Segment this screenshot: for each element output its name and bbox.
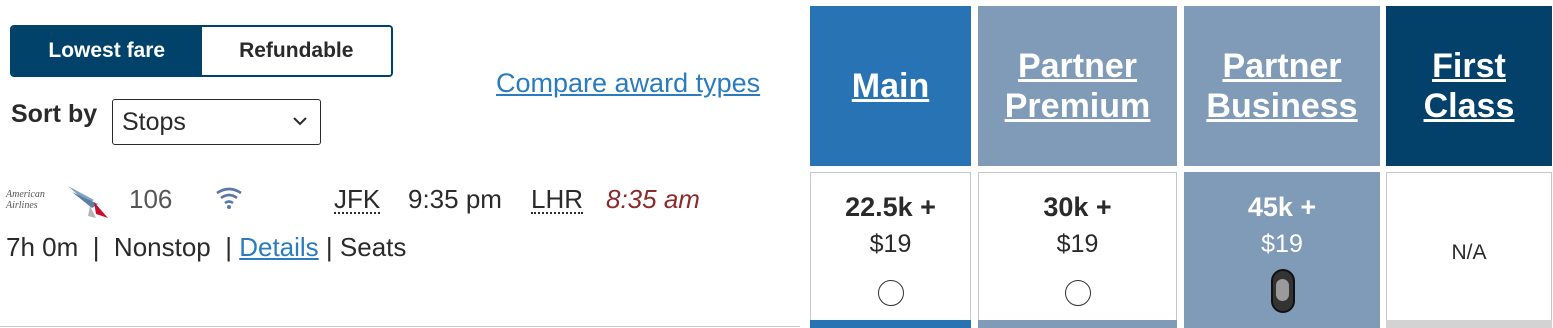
departure-time: 9:35 pm (408, 184, 502, 214)
fare-type-toggle: Lowest fare Refundable (10, 25, 393, 77)
fare-fee: $19 (869, 230, 912, 258)
header-line-2: Business (1206, 87, 1358, 125)
destination-airport[interactable]: LHR (531, 186, 584, 214)
separator: | (78, 232, 114, 262)
sort-select-value: Stops (122, 107, 186, 136)
fare-radio-selected[interactable] (1271, 269, 1295, 313)
american-airlines-eagle-icon (68, 186, 108, 218)
fare-header-main-link[interactable]: Main (852, 66, 929, 106)
fare-header-partner-premium-link[interactable]: Partner Premium (1005, 46, 1151, 126)
fare-fee: $19 (1056, 230, 1099, 258)
separator: | (318, 232, 340, 262)
flight-meta: 7h 0m | Nonstop | Details | Seats (6, 232, 406, 263)
header-line-2: Premium (1004, 87, 1151, 125)
arrival-time: 8:35 am (606, 184, 700, 214)
fare-header-main: Main (810, 6, 971, 166)
fare-header-first-class-link[interactable]: First Class (1424, 46, 1515, 126)
airline-logo: American Airlines (6, 182, 108, 220)
header-line-1: Partner (1222, 47, 1342, 85)
fare-cell-partner-business[interactable]: 45k + $19 (1184, 172, 1380, 328)
fare-cell-first-class: N/A (1386, 172, 1552, 328)
compare-award-types-link[interactable]: Compare award types (496, 68, 760, 99)
chevron-down-icon (293, 117, 307, 126)
fare-cell-partner-premium[interactable]: 30k + $19 (978, 172, 1177, 328)
details-link[interactable]: Details (239, 232, 318, 262)
fare-column-bar (1184, 320, 1380, 328)
refundable-tab[interactable]: Refundable (201, 27, 391, 75)
fare-points: 22.5k + (845, 192, 936, 222)
header-line-1: First (1432, 47, 1506, 85)
header-line-2: Class (1423, 87, 1515, 125)
fare-points: 30k + (1043, 192, 1112, 222)
header-line-1: Partner (1017, 47, 1138, 85)
airline-logo-text: American Airlines (6, 189, 45, 211)
fare-not-available: N/A (1451, 241, 1487, 264)
wifi-icon (216, 187, 242, 209)
flight-duration: 7h 0m (6, 232, 79, 262)
fare-header-partner-business-link[interactable]: Partner Business (1206, 46, 1357, 126)
fare-header-first-class: First Class (1386, 6, 1552, 166)
fare-radio[interactable] (877, 280, 904, 306)
fare-fee: $19 (1261, 230, 1303, 258)
fare-points: 45k + (1247, 192, 1317, 222)
fare-header-partner-business: Partner Business (1184, 6, 1380, 166)
fare-radio[interactable] (1064, 280, 1091, 306)
flight-stops: Nonstop (113, 232, 211, 262)
fare-cell-main[interactable]: 22.5k + $19 (810, 172, 971, 328)
separator: | (210, 232, 240, 262)
sort-by-label: Sort by (11, 100, 98, 128)
fare-header-partner-premium: Partner Premium (978, 6, 1177, 166)
flight-number: 106 (129, 184, 173, 214)
row-divider (0, 326, 800, 327)
seats-link[interactable]: Seats (340, 232, 407, 262)
fare-column-bar (978, 320, 1177, 328)
sort-select[interactable]: Stops (112, 99, 321, 145)
origin-airport[interactable]: JFK (334, 186, 381, 214)
fare-column-bar (1386, 320, 1552, 328)
fare-column-bar (810, 320, 971, 328)
lowest-fare-tab[interactable]: Lowest fare (12, 27, 202, 75)
